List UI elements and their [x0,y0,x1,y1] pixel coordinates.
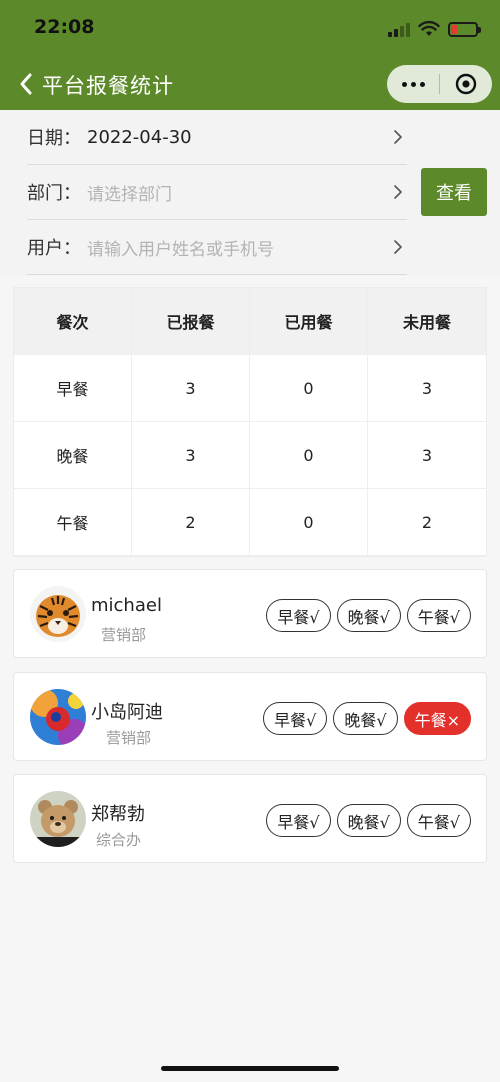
member-name: michael [91,595,162,616]
table-cell-eaten: 0 [250,355,368,422]
ellipsis-icon[interactable] [387,65,439,103]
table-cell-reported: 3 [132,422,250,489]
member-card[interactable]: 郑帮勃 综合办 早餐√ 晚餐√ 午餐√ [13,774,487,863]
meal-tag-dinner[interactable]: 晚餐√ [336,599,401,632]
table-cell-not-eaten: 3 [368,422,486,489]
user-search-input[interactable]: 用户： 请输入用户姓名或手机号 [27,220,407,274]
table-cell-meal: 晚餐 [14,422,132,489]
member-name: 小岛阿迪 [91,702,163,723]
member-card[interactable]: 小岛阿迪 营销部 早餐√ 晚餐√ 午餐× [13,672,487,761]
meal-tags: 早餐√ 晚餐√ 午餐√ [266,804,471,837]
meal-tags: 早餐√ 晚餐√ 午餐√ [266,599,471,632]
meal-tags: 早餐√ 晚餐√ 午餐× [263,702,471,735]
teddy-bear-avatar-icon [30,791,86,847]
table-cell-not-eaten: 3 [368,355,486,422]
capsule-close-button[interactable] [440,65,492,103]
table-cell-eaten: 0 [250,489,368,556]
target-circle-icon [455,73,477,95]
avatar [30,689,86,745]
table-cell-eaten: 0 [250,422,368,489]
meal-tag-dinner[interactable]: 晚餐√ [333,702,398,735]
table-cell-reported: 2 [132,489,250,556]
table-cell-meal: 午餐 [14,489,132,556]
table-header-cell: 未用餐 [368,288,486,355]
meal-tag-lunch[interactable]: 午餐√ [406,599,471,632]
chevron-right-icon [394,240,402,254]
status-time: 22:08 [34,16,95,38]
table-header-cell: 已报餐 [132,288,250,355]
meal-summary-table: 餐次 已报餐 已用餐 未用餐 早餐 3 0 3 晚餐 3 0 3 午餐 2 0 … [13,287,487,557]
top-bar: 22:08 平台报餐统计 [0,0,500,110]
department-select[interactable]: 部门： 请选择部门 [27,165,407,219]
view-button[interactable]: 查看 [421,168,487,216]
department-placeholder: 请选择部门 [87,184,172,205]
home-indicator [161,1066,339,1071]
user-label: 用户： [27,238,81,259]
member-department: 营销部 [101,626,147,644]
meal-tag-lunch[interactable]: 午餐√ [406,804,471,837]
table-header-cell: 已用餐 [250,288,368,355]
date-label: 日期： [27,128,81,149]
table-cell-reported: 3 [132,355,250,422]
battery-icon [448,21,481,37]
user-placeholder: 请输入用户姓名或手机号 [87,239,274,260]
wifi-icon [418,21,440,36]
department-label: 部门： [27,183,81,204]
avatar [30,791,86,847]
member-department: 综合办 [96,831,142,849]
date-value: 2022-04-30 [87,126,192,148]
row-divider [27,274,407,275]
chevron-right-icon [394,130,402,144]
meal-tag-breakfast[interactable]: 早餐√ [266,804,331,837]
member-department: 营销部 [106,729,152,747]
chevron-right-icon [394,185,402,199]
signal-icon [388,21,410,37]
avatar [30,586,86,642]
meal-tag-dinner[interactable]: 晚餐√ [336,804,401,837]
meal-tag-lunch[interactable]: 午餐× [403,702,471,735]
status-indicators [388,18,481,40]
colorful-abstract-avatar-icon [30,689,86,745]
member-name: 郑帮勃 [91,804,145,825]
tiger-avatar-icon [30,586,86,642]
page-title: 平台报餐统计 [42,74,174,98]
meal-tag-breakfast[interactable]: 早餐√ [266,599,331,632]
filter-form: 日期： 2022-04-30 部门： 请选择部门 用户： 请输入用户姓名或手机号… [0,110,500,276]
chevron-left-icon[interactable] [18,72,34,96]
table-cell-not-eaten: 2 [368,489,486,556]
date-picker[interactable]: 日期： 2022-04-30 [27,110,407,164]
mini-program-capsule [387,65,492,103]
meal-tag-breakfast[interactable]: 早餐√ [263,702,328,735]
member-card[interactable]: michael 营销部 早餐√ 晚餐√ 午餐√ [13,569,487,658]
table-header-cell: 餐次 [14,288,132,355]
table-cell-meal: 早餐 [14,355,132,422]
